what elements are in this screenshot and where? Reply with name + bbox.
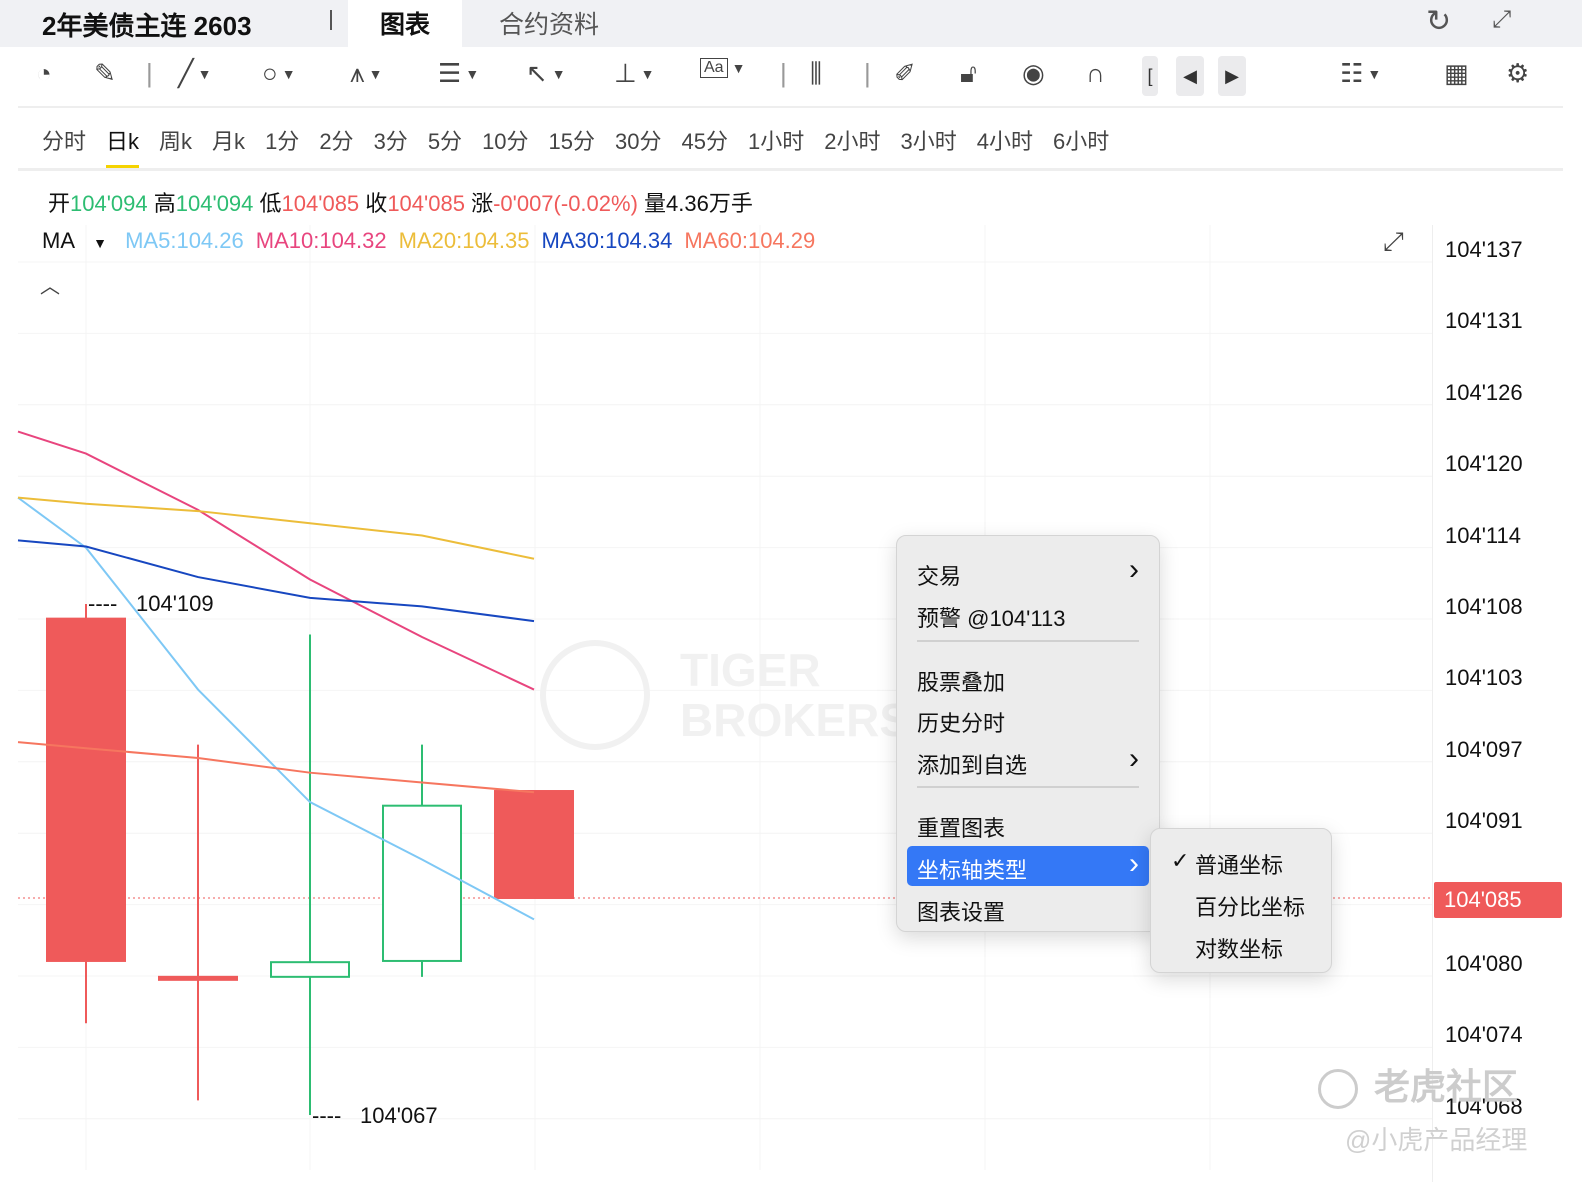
axis-label: 104'114 bbox=[1445, 522, 1521, 548]
caret-down-icon: ▼ bbox=[93, 235, 107, 251]
axis-label: 104'080 bbox=[1445, 951, 1523, 976]
menu-item-4[interactable]: 添加到自选 › bbox=[907, 741, 1149, 781]
candle-body bbox=[46, 617, 126, 962]
candle-body bbox=[494, 790, 574, 899]
candle-body bbox=[270, 961, 350, 978]
axis-label: 104'091 bbox=[1445, 808, 1523, 834]
menu-item-label: 预警 @104'113 bbox=[917, 606, 1066, 631]
price-axis[interactable]: 104'137 104'131 104'126 104'120 104'114 104'1… bbox=[1432, 225, 1582, 1182]
high-annotation: 104'109 bbox=[136, 591, 214, 616]
menu-item-label: 历史分时 bbox=[917, 711, 1006, 736]
low-value: 104'085 bbox=[281, 191, 360, 216]
brand-watermark-text: TIGER BROKERS bbox=[680, 644, 911, 746]
axis-type-submenu: ✓ 普通坐标百分比坐标对数坐标 bbox=[1150, 828, 1332, 973]
open-value: 104'094 bbox=[70, 191, 148, 216]
menu-item-label: 重置图表 bbox=[917, 816, 1006, 841]
chevron-right-icon: › bbox=[1129, 847, 1139, 880]
change-value: -0'007(-0.02%) bbox=[493, 191, 638, 216]
author-watermark: @小虎产品经理 bbox=[1345, 1125, 1528, 1155]
menu-item-1[interactable]: 预警 @104'113 bbox=[907, 594, 1149, 634]
chevron-right-icon: › bbox=[1129, 742, 1139, 775]
ma-value-ma60: MA60:104.29 bbox=[684, 228, 816, 253]
chevron-right-icon: › bbox=[1129, 553, 1139, 586]
high-annotation-dash: ---- bbox=[88, 591, 117, 616]
axis-label: 104'097 bbox=[1445, 736, 1523, 762]
ma-legend: MA ▼ MA5:104.26 MA10:104.32 MA20:104.35 MA3… bbox=[42, 228, 827, 254]
close-value: 104'085 bbox=[387, 191, 465, 216]
menu-item-6[interactable]: 坐标轴类型 › bbox=[907, 846, 1149, 886]
menu-item-2[interactable]: 股票叠加 bbox=[907, 658, 1149, 698]
ma-value-ma20: MA20:104.35 bbox=[398, 228, 530, 253]
ma-selector[interactable]: MA ▼ bbox=[42, 228, 107, 253]
axis-label: 104'074 bbox=[1445, 1022, 1523, 1048]
submenu-item-2[interactable]: 对数坐标 bbox=[1161, 925, 1321, 965]
menu-item-label: 交易 bbox=[917, 564, 962, 589]
collapse-chevron-up-icon[interactable]: ︿ bbox=[40, 270, 60, 299]
menu-item-label: 添加到自选 bbox=[917, 753, 1028, 778]
submenu-item-label: 百分比坐标 bbox=[1195, 895, 1306, 920]
open-label: 开 bbox=[48, 191, 71, 216]
low-annotation: 104'067 bbox=[360, 1103, 438, 1128]
change-label: 涨 bbox=[471, 191, 494, 216]
community-watermark: 老虎社区 bbox=[1318, 1058, 1518, 1110]
ma-label: MA bbox=[42, 228, 75, 253]
tiger-brokers-watermark: TIGER BROKERS bbox=[540, 640, 920, 750]
submenu-item-label: 对数坐标 bbox=[1195, 937, 1284, 962]
submenu-item-0[interactable]: ✓ 普通坐标 bbox=[1161, 841, 1321, 881]
volume-value: 4.36万手 bbox=[666, 191, 753, 216]
high-label: 高 bbox=[153, 191, 176, 216]
menu-item-0[interactable]: 交易 › bbox=[907, 552, 1149, 592]
ma-value-ma10: MA10:104.32 bbox=[255, 228, 387, 253]
candle-body bbox=[158, 975, 238, 981]
submenu-item-label: 普通坐标 bbox=[1195, 853, 1284, 878]
expand-icon[interactable]: ⤢ bbox=[1383, 226, 1404, 258]
ma-value-ma5: MA5:104.26 bbox=[125, 228, 244, 253]
checkmark-icon: ✓ bbox=[1171, 848, 1190, 873]
menu-item-5[interactable]: 重置图表 bbox=[907, 804, 1149, 844]
ohlc-info: 开104'094 高104'094 低104'085 收104'085 涨-0'… bbox=[48, 186, 753, 218]
axis-label: 104'137 bbox=[1445, 237, 1523, 262]
close-label: 收 bbox=[365, 191, 388, 216]
menu-item-label: 坐标轴类型 bbox=[917, 858, 1028, 883]
current-price-tag: 104'085 bbox=[1434, 882, 1562, 918]
ma-value-ma30: MA30:104.34 bbox=[541, 228, 673, 253]
menu-separator bbox=[917, 786, 1139, 788]
community-text: 老虎社区 bbox=[1374, 1066, 1519, 1107]
axis-label: 104'131 bbox=[1445, 308, 1523, 334]
menu-separator bbox=[917, 640, 1139, 642]
menu-item-7[interactable]: 图表设置 bbox=[907, 888, 1149, 928]
price-chart[interactable]: ---- 104'109 ---- 104'067 bbox=[0, 0, 1582, 1182]
axis-label: 104'120 bbox=[1445, 451, 1523, 477]
low-label: 低 bbox=[259, 191, 282, 216]
menu-item-3[interactable]: 历史分时 bbox=[907, 699, 1149, 739]
axis-label: 104'126 bbox=[1445, 379, 1523, 405]
menu-item-label: 股票叠加 bbox=[917, 670, 1006, 695]
candle-body bbox=[382, 804, 462, 962]
high-value: 104'094 bbox=[175, 191, 254, 216]
volume-label: 量 bbox=[644, 191, 667, 216]
axis-label: 104'103 bbox=[1445, 665, 1523, 691]
axis-label: 104'108 bbox=[1445, 594, 1523, 619]
context-menu: 交易 › 预警 @104'113 股票叠加历史分时添加到自选 › 重置图表坐标轴类型 › 图表… bbox=[896, 535, 1160, 932]
low-annotation-dash: ---- bbox=[312, 1103, 341, 1128]
menu-item-label: 图表设置 bbox=[917, 900, 1006, 925]
submenu-item-1[interactable]: 百分比坐标 bbox=[1161, 883, 1321, 923]
